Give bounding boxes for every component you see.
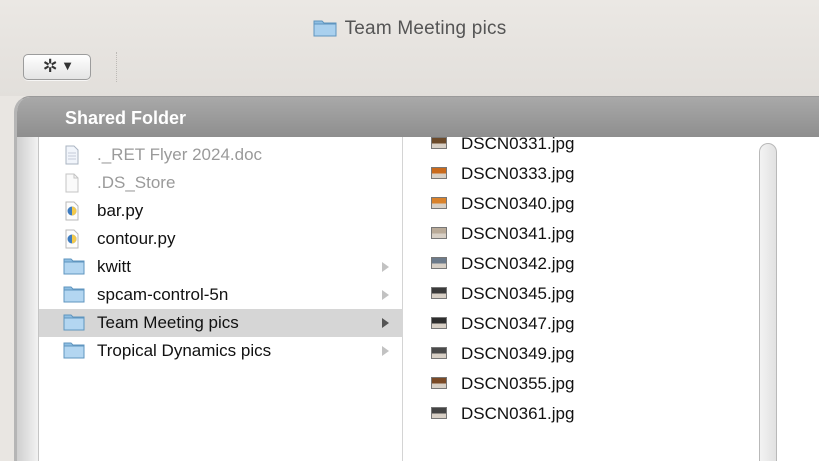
folder-icon [63,341,85,361]
image-file-row[interactable]: DSCN0349.jpg [403,339,751,369]
folder-icon [63,257,85,277]
image-thumbnail-icon [431,317,447,329]
image-file-row[interactable]: DSCN0333.jpg [403,159,751,189]
blank-file-icon [63,173,85,193]
image-thumbnail-icon [431,257,447,269]
image-thumbnail-icon [431,167,447,179]
window-title-text: Team Meeting pics [344,18,507,39]
image-thumbnail-icon [431,377,447,389]
column-two: DSCN0331.jpg DSCN0333.jpg DSCN0340.jpg DSCN… [403,134,751,461]
image-file-row[interactable]: DSCN0355.jpg [403,369,751,399]
row-label: ._RET Flyer 2024.doc [97,145,263,164]
disclosure-arrow-icon [382,346,389,356]
disclosure-arrow-icon [382,318,389,328]
row-label: kwitt [97,257,131,276]
file-row[interactable]: contour.py [39,225,403,253]
folder-icon [63,313,85,333]
image-file-row[interactable]: DSCN0341.jpg [403,219,751,249]
row-label: bar.py [97,201,144,220]
row-label: spcam-control-5n [97,285,229,304]
disclosure-arrow-icon [382,262,389,272]
file-row[interactable]: .DS_Store [39,169,403,197]
row-label: DSCN0361.jpg [461,404,575,423]
row-label: Team Meeting pics [97,313,239,332]
python-file-icon [63,201,85,221]
image-file-row[interactable]: DSCN0345.jpg [403,279,751,309]
row-label: DSCN0347.jpg [461,314,575,333]
folder-row[interactable]: Team Meeting pics [39,309,403,337]
left-scroll-gutter[interactable] [17,137,39,461]
row-label: DSCN0340.jpg [461,194,575,213]
image-file-row[interactable]: DSCN0361.jpg [403,399,751,429]
image-thumbnail-icon [431,287,447,299]
column-one: ._RET Flyer 2024.doc .DS_Store bar.py conto… [39,137,403,461]
folder-row[interactable]: Tropical Dynamics pics [39,337,403,365]
row-label: .DS_Store [97,173,176,192]
row-label: DSCN0349.jpg [461,344,575,363]
scrollbar-thumb[interactable] [759,143,777,461]
row-label: DSCN0331.jpg [461,134,575,153]
row-label: DSCN0355.jpg [461,374,575,393]
image-thumbnail-icon [431,197,447,209]
file-row[interactable]: ._RET Flyer 2024.doc [39,141,403,169]
folder-icon [313,18,337,43]
row-label: DSCN0345.jpg [461,284,575,303]
image-thumbnail-icon [431,227,447,239]
image-thumbnail-icon [431,347,447,359]
disclosure-arrow-icon [382,290,389,300]
action-menu-button[interactable]: ✲ ▼ [23,54,91,80]
file-row[interactable]: bar.py [39,197,403,225]
row-label: contour.py [97,229,176,248]
row-label: Tropical Dynamics pics [97,341,272,360]
row-label: DSCN0342.jpg [461,254,575,273]
folder-row[interactable]: spcam-control-5n [39,281,403,309]
gear-icon: ✲ [42,56,58,77]
window-title: Team Meeting pics [0,18,819,43]
image-file-row[interactable]: DSCN0347.jpg [403,309,751,339]
folder-icon [63,285,85,305]
image-file-row[interactable]: DSCN0340.jpg [403,189,751,219]
document-icon [63,145,85,165]
image-file-row[interactable]: DSCN0331.jpg [403,129,751,159]
toolbar-divider [116,52,117,82]
python-file-icon [63,229,85,249]
window-toolbar: Team Meeting pics ✲ ▼ [0,0,819,96]
row-label: DSCN0333.jpg [461,164,575,183]
folder-row[interactable]: kwitt [39,253,403,281]
row-label: DSCN0341.jpg [461,224,575,243]
chevron-down-icon: ▼ [63,61,72,72]
image-thumbnail-icon [431,407,447,419]
image-thumbnail-icon [431,137,447,149]
image-file-row[interactable]: DSCN0342.jpg [403,249,751,279]
column-browser: Shared Folder ._RET Flyer 2024.doc .DS_St… [14,96,819,461]
